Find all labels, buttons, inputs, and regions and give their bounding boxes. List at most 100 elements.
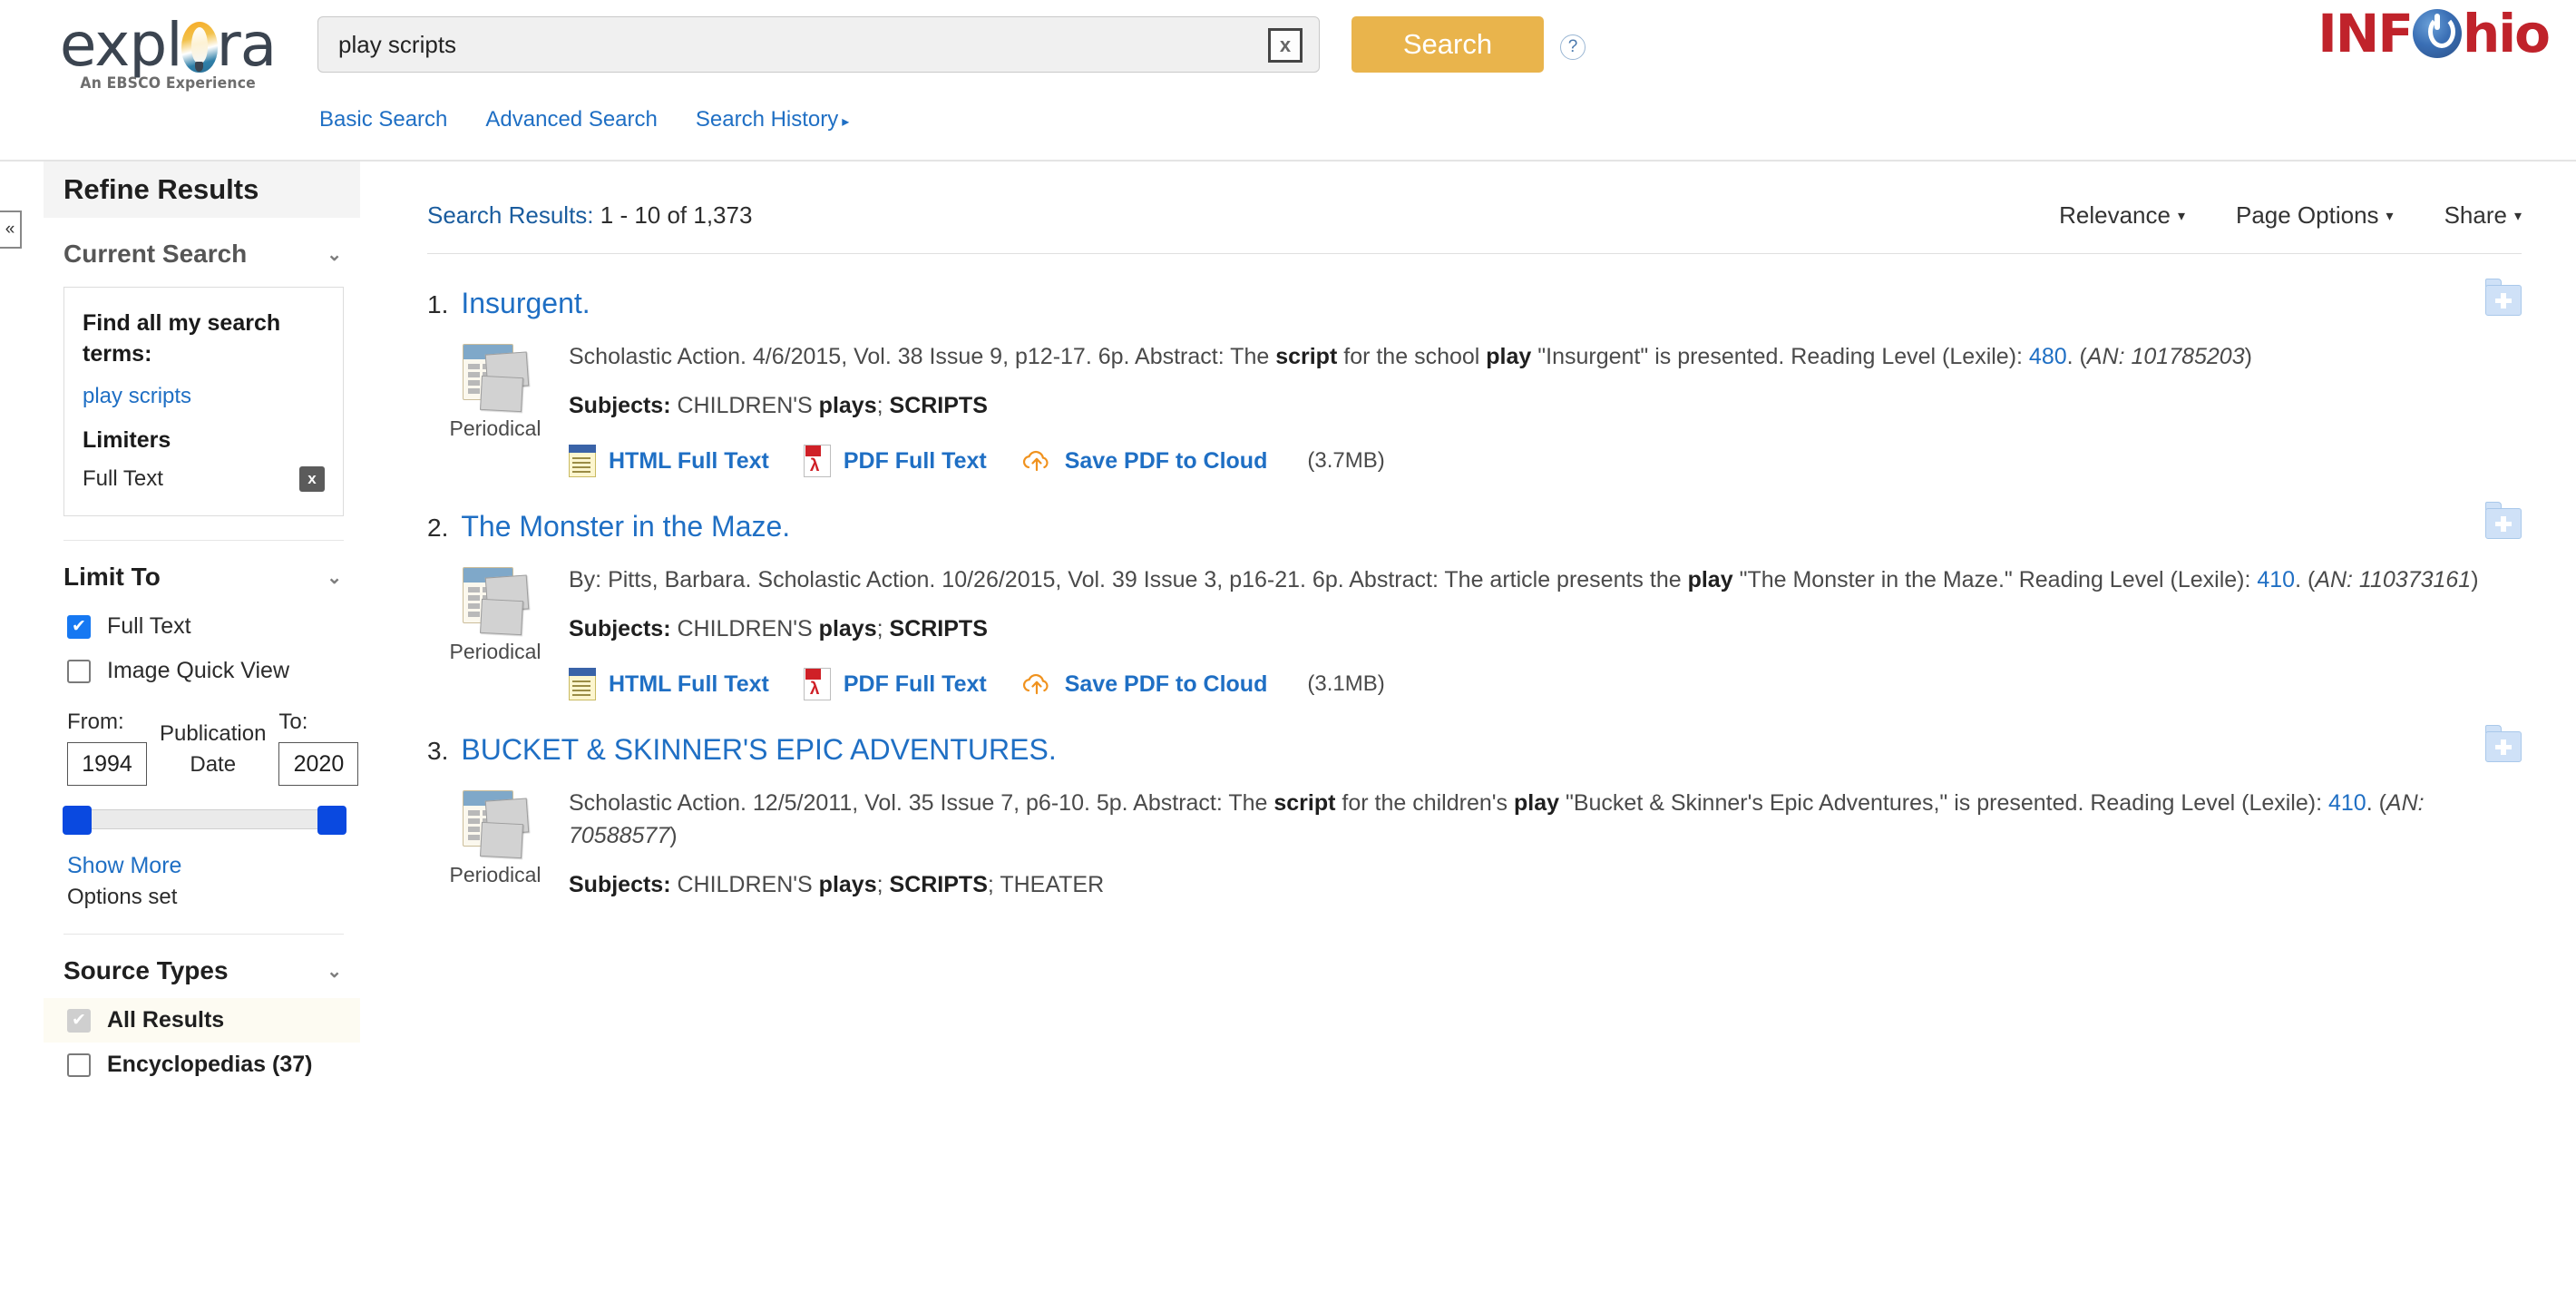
result-number: 2.: [427, 514, 449, 542]
cloud-upload-icon: [1021, 671, 1052, 697]
periodical-icon: [457, 787, 533, 859]
slider-handle-right[interactable]: [317, 806, 346, 835]
periodical-icon: [457, 340, 533, 413]
search-input[interactable]: [318, 18, 1244, 71]
search-button[interactable]: Search: [1351, 16, 1544, 73]
date-to-input[interactable]: [278, 742, 359, 786]
limit-option-full-text[interactable]: Full Text: [44, 604, 360, 649]
share-label: Share: [2444, 201, 2507, 229]
result-title-row: 2. The Monster in the Maze.: [427, 510, 2522, 543]
result-body: Periodical Scholastic Action. 12/5/2011, …: [427, 787, 2522, 898]
search-row: x: [317, 16, 1320, 73]
help-icon[interactable]: ?: [1560, 34, 1586, 60]
search-mode-nav: Basic Search Advanced Search Search Hist…: [319, 107, 849, 132]
result-link-label: HTML Full Text: [609, 447, 769, 474]
source-type-all-results[interactable]: All Results: [44, 998, 360, 1043]
checkbox-encyclopedias[interactable]: [67, 1053, 91, 1077]
result-link-cloud-upload[interactable]: Save PDF to Cloud: [1021, 447, 1268, 475]
chevron-down-icon: ⌄: [327, 244, 342, 265]
limiter-row: Full Text x: [83, 466, 325, 492]
file-size-label: (3.1MB): [1307, 671, 1385, 696]
result-number: 3.: [427, 737, 449, 765]
result-body: Periodical Scholastic Action. 4/6/2015, V…: [427, 340, 2522, 477]
page-options-label: Page Options: [2235, 201, 2379, 229]
collapse-sidebar-button[interactable]: «: [0, 211, 22, 249]
source-types-label: Source Types: [63, 956, 229, 984]
explora-logo[interactable]: expl ra An EBSCO Experience: [27, 13, 308, 113]
clear-search-icon[interactable]: x: [1268, 28, 1303, 63]
slider-handle-left[interactable]: [63, 806, 92, 835]
result-item: 1. Insurgent. Periodical Scholastic Action.…: [427, 254, 2522, 477]
result-meta: Scholastic Action. 12/5/2011, Vol. 35 Is…: [563, 787, 2522, 898]
search-box[interactable]: x: [317, 16, 1320, 73]
result-number: 1.: [427, 290, 449, 318]
limiters-label: Limiters: [83, 427, 171, 453]
chevron-down-icon: ▾: [2177, 208, 2185, 224]
date-range-slider[interactable]: [44, 786, 360, 835]
result-link-pdf[interactable]: λ PDF Full Text: [803, 445, 987, 477]
chevron-down-icon: ▾: [2386, 208, 2394, 224]
result-link-label: PDF Full Text: [843, 671, 987, 697]
result-abstract: Scholastic Action. 4/6/2015, Vol. 38 Iss…: [569, 344, 2252, 369]
lexile-link[interactable]: 480: [2029, 344, 2067, 369]
date-from-input[interactable]: [67, 742, 147, 786]
result-title-link[interactable]: The Monster in the Maze.: [461, 510, 790, 543]
add-to-folder-icon[interactable]: [2485, 279, 2522, 316]
chevron-right-icon: ▸: [842, 114, 850, 130]
result-link-cloud-upload[interactable]: Save PDF to Cloud: [1021, 671, 1267, 698]
source-type-label: Encyclopedias (37): [107, 1052, 313, 1077]
pdf-icon: λ: [803, 445, 831, 477]
result-title-link[interactable]: Insurgent.: [461, 287, 590, 320]
current-search-header[interactable]: Current Search ⌄: [44, 218, 360, 281]
result-title-link[interactable]: BUCKET & SKINNER'S EPIC ADVENTURES.: [461, 733, 1056, 767]
app-header: explra An EBSCO Experience x Search ? Ba…: [0, 0, 2576, 162]
nav-basic-search[interactable]: Basic Search: [319, 107, 447, 132]
result-title-row: 3. BUCKET & SKINNER'S EPIC ADVENTURES.: [427, 733, 2522, 767]
lexile-link[interactable]: 410: [2328, 790, 2366, 816]
sort-relevance-dropdown[interactable]: Relevance ▾: [2059, 201, 2185, 230]
page-options-dropdown[interactable]: Page Options ▾: [2236, 201, 2394, 230]
result-meta: By: Pitts, Barbara. Scholastic Action. 1…: [563, 563, 2522, 700]
source-type-label: All Results: [107, 1007, 225, 1033]
periodical-icon: [457, 563, 533, 636]
slider-track[interactable]: [63, 806, 346, 835]
lexile-link[interactable]: 410: [2257, 567, 2295, 592]
add-to-folder-icon[interactable]: [2485, 725, 2522, 762]
result-link-label: Save PDF to Cloud: [1064, 447, 1268, 474]
infohio-text-left: INF: [2317, 3, 2414, 64]
results-panel: Search Results: 1 - 10 of 1,373 Relevanc…: [376, 162, 2576, 1310]
result-item: 2. The Monster in the Maze. Periodical By: …: [427, 477, 2522, 700]
current-search-label: Current Search: [63, 240, 248, 268]
add-to-folder-icon[interactable]: [2485, 502, 2522, 539]
nav-advanced-search[interactable]: Advanced Search: [485, 107, 657, 132]
result-links: HTML Full Text λ PDF Full Text Save PDF to …: [569, 668, 2522, 700]
options-set-text: Options set: [67, 885, 178, 909]
source-types-header[interactable]: Source Types ⌄: [44, 935, 360, 998]
checkbox-all-results[interactable]: [67, 1008, 91, 1033]
result-link-html[interactable]: HTML Full Text: [569, 445, 769, 477]
result-abstract: Scholastic Action. 12/5/2011, Vol. 35 Is…: [569, 790, 2425, 848]
chevron-down-icon: ▾: [2513, 208, 2522, 224]
result-link-label: PDF Full Text: [843, 447, 987, 474]
source-type-encyclopedias[interactable]: Encyclopedias (37): [44, 1043, 360, 1087]
infohio-logo[interactable]: INF hio: [2317, 3, 2551, 64]
limiter-full-text-label: Full Text: [83, 466, 163, 491]
find-all-terms-label: Find all my search terms:: [83, 310, 281, 367]
remove-limiter-icon[interactable]: x: [299, 466, 325, 492]
nav-search-history[interactable]: Search History ▸: [696, 107, 849, 132]
thumbnail-caption: Periodical: [449, 863, 542, 886]
checkbox-full-text[interactable]: [67, 614, 91, 639]
limit-option-image-quick-view[interactable]: Image Quick View: [44, 649, 360, 693]
result-link-pdf[interactable]: λ PDF Full Text: [803, 668, 987, 700]
search-results-range: 1 - 10 of 1,373: [593, 201, 753, 229]
current-search-term[interactable]: play scripts: [83, 384, 325, 409]
show-more-link[interactable]: Show More: [44, 829, 360, 879]
result-body: Periodical By: Pitts, Barbara. Scholastic…: [427, 563, 2522, 700]
from-label: From:: [67, 710, 124, 734]
results-tools: Relevance ▾ Page Options ▾ Share ▾: [2008, 201, 2522, 230]
share-dropdown[interactable]: Share ▾: [2444, 201, 2522, 230]
checkbox-image-quick-view[interactable]: [67, 659, 91, 683]
result-link-html[interactable]: HTML Full Text: [569, 668, 769, 700]
limit-to-header[interactable]: Limit To ⌄: [44, 541, 360, 604]
result-title-row: 1. Insurgent.: [427, 287, 2522, 320]
